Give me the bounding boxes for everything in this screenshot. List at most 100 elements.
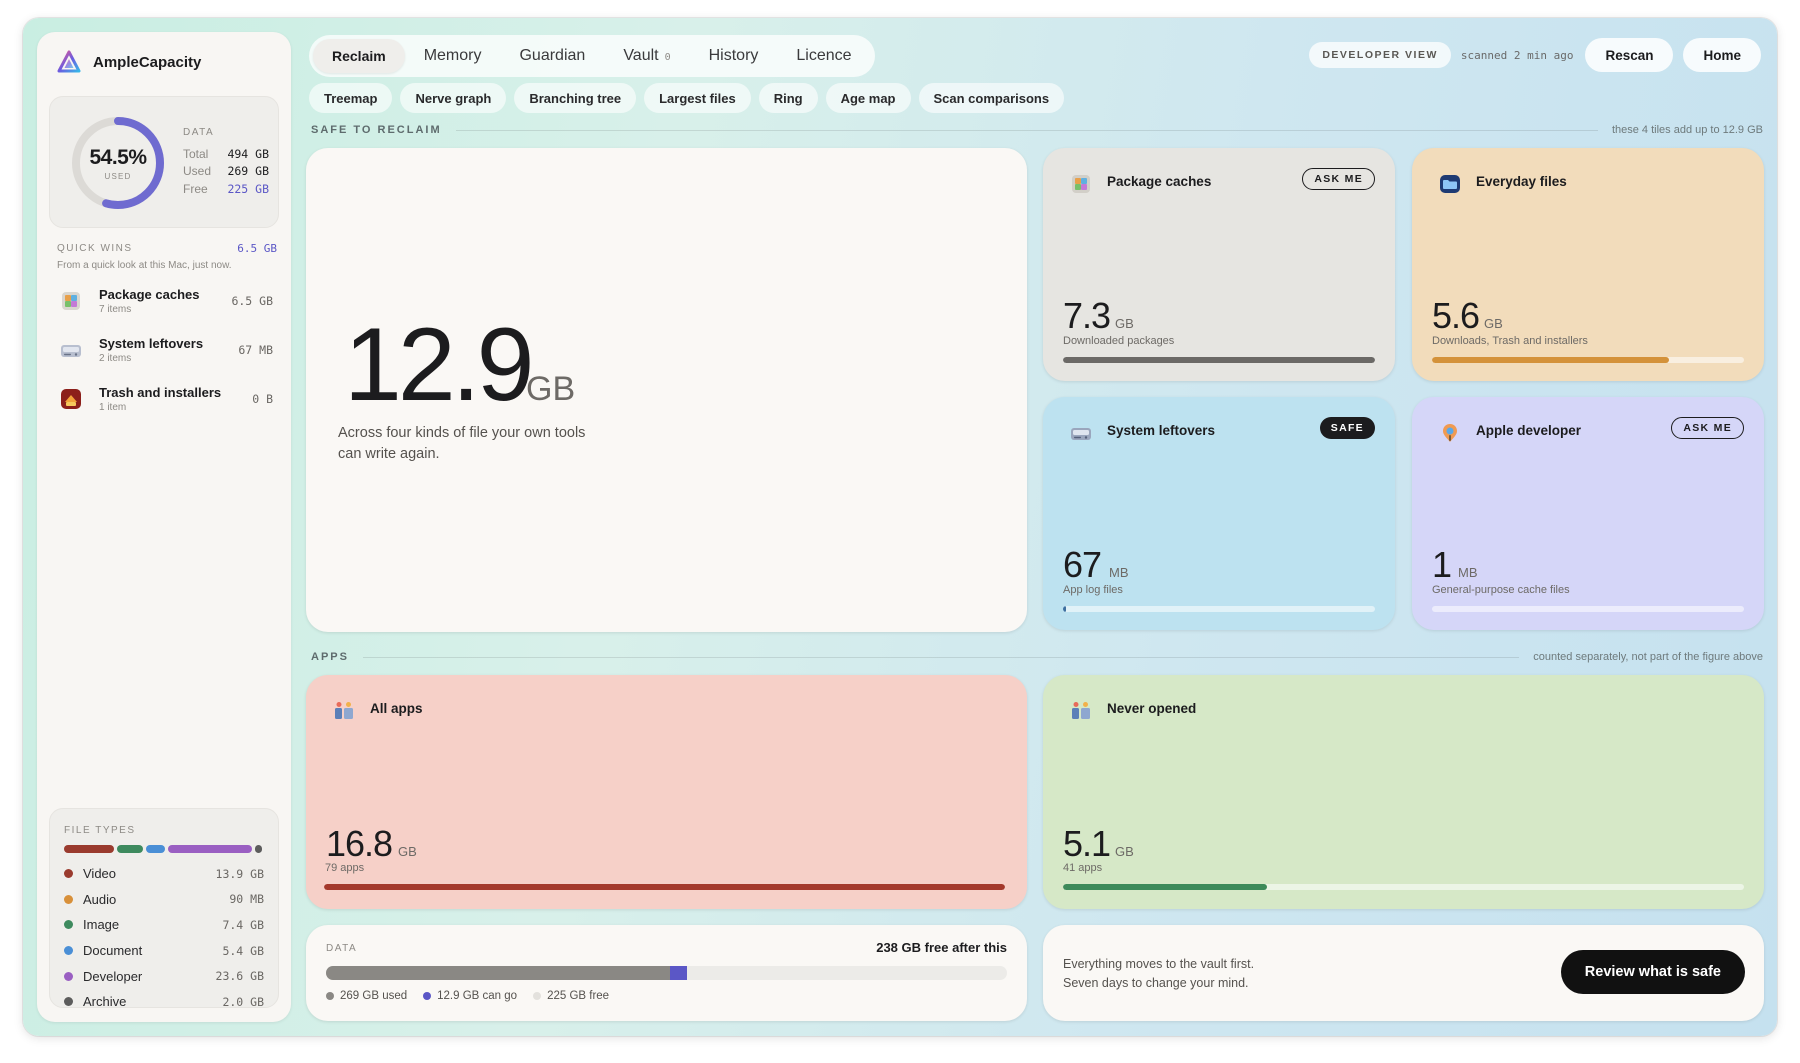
tile-progress [1063, 606, 1375, 612]
file-type-image[interactable]: Image 7.4 GB [64, 912, 264, 938]
review-safe-button[interactable]: Review what is safe [1560, 950, 1745, 994]
tab-guardian[interactable]: Guardian [500, 39, 604, 73]
divider [455, 129, 1598, 131]
card-value: 5.1 [1063, 823, 1111, 864]
card-value: 16.8 [326, 823, 393, 864]
tile-progress [1063, 357, 1375, 363]
quick-win-package-caches[interactable]: Package caches 7 items 6.5 GB [51, 276, 281, 325]
subtab-nerve-graph[interactable]: Nerve graph [400, 83, 507, 113]
drive-icon [1071, 428, 1091, 440]
file-type-document[interactable]: Document 5.4 GB [64, 938, 264, 964]
file-types-title: FILE TYPES [64, 825, 136, 836]
tile-value: 67 [1063, 544, 1102, 585]
tab-history[interactable]: History [690, 39, 778, 73]
card-subtitle: 41 apps [1063, 862, 1103, 874]
card-progress [324, 884, 1005, 890]
card-title: All apps [370, 701, 423, 716]
ask-me-badge[interactable]: ASK ME [1671, 417, 1744, 439]
tile-title: Package caches [1107, 174, 1212, 189]
file-types-bar [64, 845, 264, 853]
tile-apple-developer[interactable]: Apple developer ASK ME 1 MB General-purp… [1412, 397, 1764, 630]
data-summary-label: DATA [326, 943, 358, 954]
storage-bar-free [687, 966, 1007, 980]
card-unit: GB [398, 844, 417, 859]
app-window: AmpleCapacity 54.5% USED DATA Total 494 … [23, 18, 1777, 1036]
legend-used: 269 GB used [326, 990, 407, 1002]
storage-legend: 269 GB used 12.9 GB can go 225 GB free [326, 990, 609, 1002]
tile-title: System leftovers [1107, 423, 1216, 438]
tab-reclaim[interactable]: Reclaim [313, 39, 405, 73]
subtab-largest-files[interactable]: Largest files [644, 83, 751, 113]
app-logo-icon [57, 50, 81, 73]
subtab-ring[interactable]: Ring [758, 83, 818, 113]
folder-icon [1440, 175, 1460, 193]
stat-free: Free 225 GB [183, 181, 269, 196]
tile-unit: MB [1109, 565, 1129, 580]
tab-vault-label: Vault [623, 47, 659, 64]
file-types-panel: FILE TYPES Video 13.9 GB Audio 90 MB Ima… [49, 808, 279, 1009]
storage-bar [326, 966, 1007, 980]
subtab-age-map[interactable]: Age map [825, 83, 911, 113]
scan-timestamp: scanned 2 min ago [1460, 48, 1574, 62]
home-button[interactable]: Home [1683, 38, 1761, 72]
tile-subtitle: App log files [1063, 584, 1123, 596]
quick-wins-list: Package caches 7 items 6.5 GB System lef… [51, 276, 281, 423]
section-title: APPS [311, 651, 349, 663]
developer-view-toggle[interactable]: DEVELOPER VIEW [1309, 42, 1451, 68]
file-type-developer[interactable]: Developer 23.6 GB [64, 963, 264, 989]
main-tabs: Reclaim Memory Guardian Vault 0 History … [309, 35, 875, 77]
free-after-text: 238 GB free after this [876, 940, 1007, 955]
card-never-opened[interactable]: Never opened 5.1 GB 41 apps [1043, 675, 1764, 909]
subtab-treemap[interactable]: Treemap [309, 83, 393, 113]
tile-everyday-files[interactable]: Everyday files 5.6 GB Downloads, Trash a… [1412, 148, 1764, 381]
subtab-scan-comparisons[interactable]: Scan comparisons [918, 83, 1065, 113]
subtab-branching-tree[interactable]: Branching tree [514, 83, 637, 113]
brand: AmpleCapacity [57, 50, 201, 74]
file-type-segment-image [117, 845, 143, 853]
tab-vault[interactable]: Vault 0 [604, 39, 689, 73]
quick-wins-total: 6.5 GB [237, 242, 277, 255]
file-type-audio[interactable]: Audio 90 MB [64, 887, 264, 913]
storage-bar-can-go [670, 966, 688, 980]
tile-subtitle: Downloads, Trash and installers [1432, 335, 1588, 347]
card-subtitle: 79 apps [325, 862, 365, 874]
file-type-archive[interactable]: Archive 2.0 GB [64, 989, 264, 1015]
tile-unit: MB [1458, 565, 1478, 580]
tile-unit: GB [1484, 316, 1503, 331]
tile-unit: GB [1115, 316, 1134, 331]
section-title: SAFE TO RECLAIM [311, 124, 442, 136]
header-actions: DEVELOPER VIEW scanned 2 min ago Rescan … [1309, 38, 1761, 72]
safe-badge: SAFE [1319, 417, 1375, 439]
usage-caption: USED [104, 171, 132, 181]
quick-wins-title: QUICK WINS [57, 243, 133, 254]
tile-package-caches[interactable]: Package caches ASK ME 7.3 GB Downloaded … [1043, 148, 1395, 381]
quick-win-system-leftovers[interactable]: System leftovers 2 items 67 MB [51, 325, 281, 374]
usage-percent: 54.5% [89, 145, 147, 169]
data-stats: Total 494 GB Used 269 GB Free 225 GB [183, 145, 269, 198]
tab-memory[interactable]: Memory [405, 39, 501, 73]
reclaim-section-header: SAFE TO RECLAIM these 4 tiles add up to … [311, 124, 1763, 136]
image-dot-icon [64, 920, 73, 930]
file-types-list: Video 13.9 GB Audio 90 MB Image 7.4 GB D… [64, 861, 264, 1015]
quick-win-trash-installers[interactable]: Trash and installers 1 item 0 B [51, 374, 281, 423]
tile-progress [1432, 357, 1744, 363]
app-title: AmpleCapacity [93, 53, 202, 71]
view-subtabs: Treemap Nerve graph Branching tree Large… [309, 83, 1065, 113]
data-label: DATA [183, 127, 215, 138]
hammer-icon [1443, 424, 1457, 442]
tile-system-leftovers[interactable]: System leftovers SAFE 67 MB App log file… [1043, 397, 1395, 630]
card-unit: GB [1115, 844, 1134, 859]
file-type-video[interactable]: Video 13.9 GB [64, 861, 264, 887]
quick-wins-header: QUICK WINS 6.5 GB [57, 242, 277, 255]
ask-me-badge[interactable]: ASK ME [1302, 168, 1375, 190]
stat-used: Used 269 GB [183, 164, 269, 179]
vault-message: Everything moves to the vault first. Sev… [1063, 957, 1255, 990]
section-note: these 4 tiles add up to 12.9 GB [1611, 124, 1763, 136]
card-all-apps[interactable]: All apps 16.8 GB 79 apps [306, 675, 1027, 909]
apps-icon [1072, 702, 1090, 719]
tab-licence[interactable]: Licence [777, 39, 870, 73]
package-icon [1072, 175, 1090, 193]
storage-bar-used [326, 966, 671, 980]
rescan-button[interactable]: Rescan [1585, 38, 1674, 72]
apps-icon [335, 702, 353, 719]
